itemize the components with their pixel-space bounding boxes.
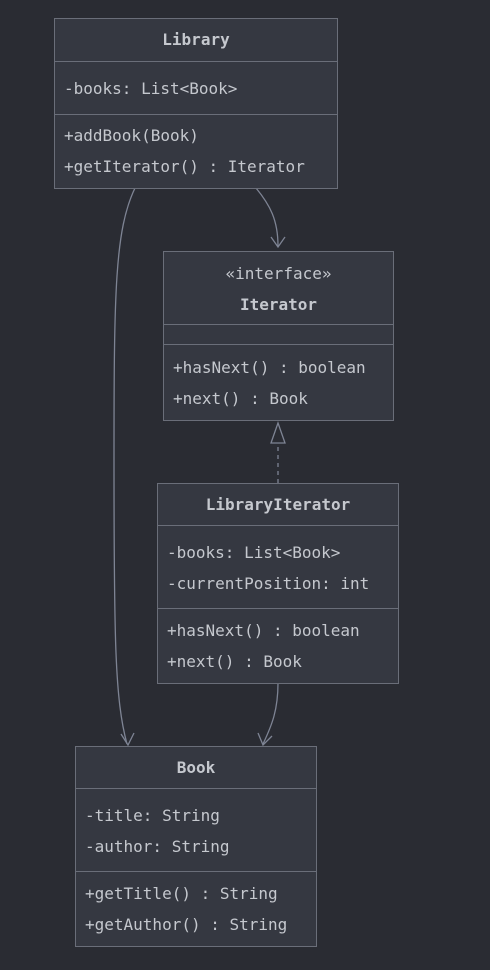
class-library-iterator-attribute: -books: List<Book> [167, 543, 341, 562]
class-library-attributes: -books: List<Book> [55, 62, 337, 114]
class-book-name: Book [176, 757, 216, 777]
class-book[interactable]: Book -title: String -author: String +get… [75, 746, 317, 947]
class-iterator[interactable]: «interface» Iterator +hasNext() : boolea… [163, 251, 394, 421]
class-library-iterator-method: +next() : Book [167, 652, 302, 671]
class-library-iterator-attributes: -books: List<Book> -currentPosition: int [158, 526, 398, 608]
class-iterator-header: «interface» Iterator [164, 252, 393, 325]
class-iterator-name: Iterator [239, 294, 318, 314]
class-library[interactable]: Library -books: List<Book> +addBook(Book… [54, 18, 338, 189]
class-library-iterator[interactable]: LibraryIterator -books: List<Book> -curr… [157, 483, 399, 684]
class-library-method: +getIterator() : Iterator [64, 157, 305, 176]
class-iterator-method: +next() : Book [173, 389, 308, 408]
class-library-attribute: -books: List<Book> [64, 79, 238, 98]
class-library-iterator-header: LibraryIterator [158, 484, 398, 526]
class-library-iterator-method: +hasNext() : boolean [167, 621, 360, 640]
class-library-iterator-attribute: -currentPosition: int [167, 574, 370, 593]
class-book-attribute: -title: String [85, 806, 220, 825]
class-library-method: +addBook(Book) [64, 126, 199, 145]
class-iterator-attributes [164, 325, 393, 344]
class-iterator-methods: +hasNext() : boolean +next() : Book [164, 344, 393, 420]
class-library-methods: +addBook(Book) +getIterator() : Iterator [55, 114, 337, 188]
class-book-attributes: -title: String -author: String [76, 789, 316, 871]
edge-libraryiterator-realizes-iterator-arrowhead [270, 421, 286, 444]
class-book-header: Book [76, 747, 316, 789]
class-library-header: Library [55, 19, 337, 62]
class-library-iterator-methods: +hasNext() : boolean +next() : Book [158, 608, 398, 683]
class-book-method: +getTitle() : String [85, 884, 278, 903]
edge-library-to-book [113, 187, 136, 745]
class-library-iterator-name: LibraryIterator [205, 494, 351, 514]
class-book-methods: +getTitle() : String +getAuthor() : Stri… [76, 871, 316, 946]
class-iterator-method: +hasNext() : boolean [173, 358, 366, 377]
edge-libraryiterator-to-book [262, 682, 279, 745]
class-library-name: Library [162, 30, 230, 49]
edge-library-to-book-arrowhead [120, 732, 135, 747]
class-book-method: +getAuthor() : String [85, 915, 288, 934]
edge-library-to-iterator [255, 187, 279, 247]
class-iterator-stereotype: «interface» [225, 263, 332, 283]
class-book-attribute: -author: String [85, 837, 230, 856]
